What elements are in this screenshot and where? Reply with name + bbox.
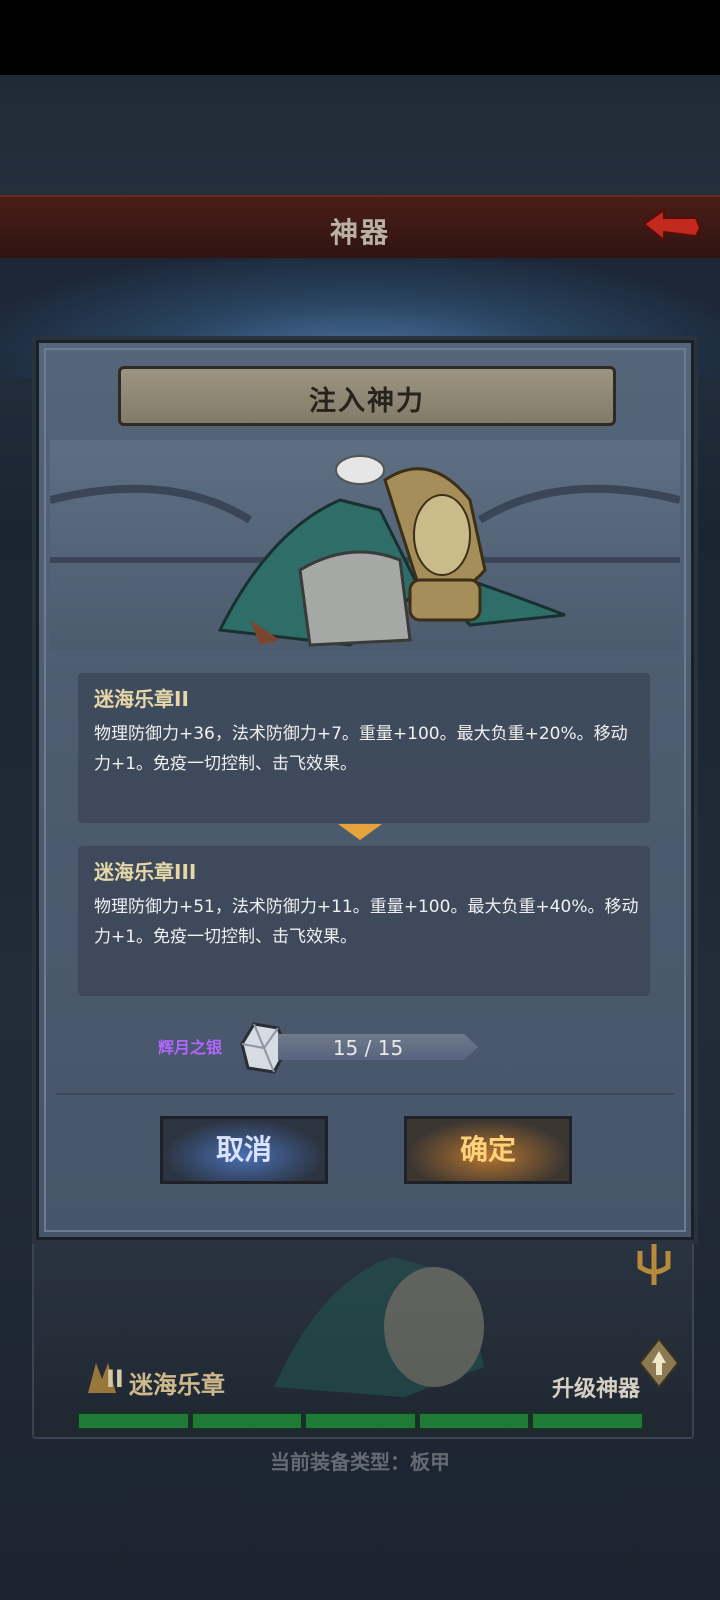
next-level-desc: 物理防御力+51，法术防御力+11。重量+100。最大负重+40%。移动力+1。… [94,897,639,947]
progress-segment [418,1413,530,1429]
artifact-art [50,440,680,650]
dialog-title: 注入神力 [309,386,425,417]
current-level-box: 迷海乐章II 物理防御力+36，法术防御力+7。重量+100。最大负重+20%。… [78,673,650,823]
progress-segment [305,1413,416,1429]
progress-segment [78,1413,189,1429]
confirm-button[interactable]: 确定 [404,1116,572,1184]
current-level-desc: 物理防御力+36，法术防御力+7。重量+100。最大负重+20%。移动力+1。免… [94,724,628,774]
upgrade-icon[interactable] [636,1335,682,1391]
armor-artifact-icon [50,455,680,647]
back-arrow-icon[interactable] [640,208,702,244]
trident-icon[interactable] [632,1237,676,1289]
equip-type-label: 当前装备类型：板甲 [270,1450,450,1474]
progress-segment [191,1413,303,1429]
progress-segment [532,1413,643,1429]
top-bar: 神器 [0,195,720,261]
inject-power-dialog: 注入神力 迷海乐章II 物理防御力+36，法术防御力+7。重量+100。最大负重… [32,336,698,1244]
rank-numeral: II [106,1365,124,1393]
cancel-button[interactable]: 取消 [160,1116,328,1184]
status-bar [0,0,720,75]
artifact-card: II 迷海乐章 升级神器 [32,1211,694,1439]
divider [56,1093,674,1095]
arrow-down-icon [338,824,382,840]
cost-count: 15 / 15 [332,1036,404,1060]
progress-bar [78,1413,643,1429]
page-title: 神器 [329,216,390,249]
armor-artifact-icon [274,1257,484,1397]
dialog-header: 注入神力 [118,366,616,426]
current-level-name: 迷海乐章II [94,687,189,711]
next-level-box: 迷海乐章III 物理防御力+51，法术防御力+11。重量+100。最大负重+40… [78,846,650,996]
upgrade-artifact-button[interactable]: 升级神器 [552,1371,640,1403]
cost-material-label: 辉月之银 [158,1038,223,1057]
artifact-name: 迷海乐章 [129,1371,225,1399]
next-level-name: 迷海乐章III [94,860,197,884]
